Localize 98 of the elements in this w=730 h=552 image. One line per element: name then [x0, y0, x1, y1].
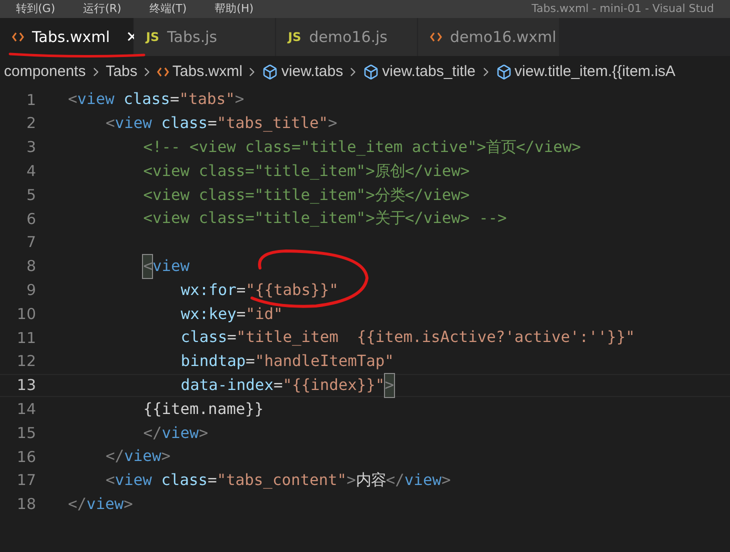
line-number: 12 — [16, 351, 36, 372]
code-token: 内容 — [356, 470, 386, 492]
code-token: > — [328, 113, 338, 134]
code-token: > — [346, 470, 356, 492]
cube-icon — [363, 64, 380, 80]
line-number: 13 — [16, 375, 36, 396]
code-token: </ — [386, 470, 404, 492]
code-icon — [157, 67, 170, 77]
tab-label: Tabs.wxml — [32, 26, 110, 48]
code-token: wx:key — [180, 304, 236, 325]
cube-icon — [262, 64, 278, 80]
line-number: 1 — [25, 90, 36, 111]
code-token: <view class="title_item">原创</view> — [143, 160, 470, 182]
js-file-icon: JS — [288, 28, 302, 46]
code-token: "{{tabs}}" — [246, 280, 338, 301]
tab-label: demo16.js — [309, 26, 388, 48]
code-token: <view class="title_item">关于</view> --> — [143, 208, 507, 230]
line-number: 11 — [16, 328, 36, 349]
line-number: 7 — [25, 232, 36, 254]
code-icon — [12, 32, 24, 42]
code-token: "id" — [246, 304, 283, 325]
tab-label: demo16.wxml — [450, 26, 556, 48]
line-number: 6 — [25, 208, 36, 230]
code-token: class — [160, 113, 208, 134]
code-token: view — [114, 113, 152, 134]
menu-item[interactable]: 终端(T) — [149, 0, 187, 18]
code-token: "{{index}}" — [282, 374, 385, 396]
code-token: view — [114, 470, 152, 492]
code-token: = — [208, 113, 217, 134]
code-token: = — [236, 304, 246, 325]
line-number: 10 — [16, 304, 36, 325]
breadcrumb-item[interactable]: components — [4, 60, 86, 84]
window-title: Tabs.wxml - mini-01 - Visual Stud — [532, 0, 714, 17]
code-token: </ — [106, 446, 124, 468]
code-token: = — [208, 470, 217, 492]
code-token: bindtap — [180, 351, 246, 372]
editor-tab[interactable]: JS demo16.js — [276, 18, 418, 56]
code-token: view — [86, 494, 124, 515]
line-number: 16 — [16, 446, 36, 468]
code-token: < — [106, 470, 115, 492]
breadcrumb-item[interactable]: view.title_item.{{item.isA — [514, 60, 676, 84]
code-token: = — [170, 89, 180, 110]
line-number: 8 — [25, 256, 36, 278]
code-token: view — [77, 89, 114, 110]
editor-tab[interactable]: JS Tabs.js — [134, 18, 276, 56]
breadcrumb-item[interactable]: view.tabs_title — [382, 60, 476, 84]
cube-icon — [496, 64, 512, 80]
code-token: view — [124, 446, 162, 468]
code-token: = — [273, 374, 283, 396]
code-token: > — [441, 470, 451, 492]
editor-tab[interactable]: demo16.wxml — [418, 18, 560, 56]
line-number: 15 — [16, 422, 36, 444]
menu-item[interactable]: 转到(G) — [16, 0, 56, 18]
line-number: 4 — [25, 161, 36, 182]
code-token: > — [234, 89, 244, 110]
code-token: "title_item {{item.isActive?'active':''}}" — [236, 327, 635, 348]
line-number: 5 — [25, 184, 36, 206]
line-number: 2 — [25, 113, 36, 134]
code-token: "handleItemTap" — [254, 351, 394, 372]
code-token: class — [122, 89, 170, 110]
menu-item[interactable]: 运行(R) — [83, 0, 122, 18]
code-token: = — [236, 280, 246, 301]
code-token: "tabs_content" — [216, 470, 347, 492]
code-token: > — [161, 446, 170, 468]
code-token: class — [160, 470, 208, 492]
code-icon — [430, 32, 442, 42]
code-token: > — [124, 494, 133, 515]
line-number: 9 — [25, 280, 36, 302]
code-token: < — [143, 254, 152, 278]
code-token: </ — [68, 494, 87, 515]
breadcrumb-item[interactable]: view.tabs — [281, 60, 344, 84]
breadcrumb-item[interactable]: Tabs — [106, 60, 138, 84]
code-token: = — [246, 351, 255, 372]
line-number: 17 — [16, 470, 36, 492]
code-token: data-index — [180, 374, 274, 396]
code-token: view — [404, 470, 442, 492]
breadcrumb-item[interactable]: Tabs.wxml — [172, 60, 242, 84]
code-token: < — [106, 113, 115, 134]
code-token: "tabs" — [179, 89, 235, 110]
code-token: > — [384, 374, 394, 398]
menu-item[interactable]: 帮助(H) — [214, 0, 254, 18]
code-token: <!-- <view class="title_item active">首页</view> — [143, 136, 581, 158]
js-file-icon: JS — [146, 28, 160, 46]
line-number: 14 — [16, 399, 36, 420]
line-number: 18 — [16, 494, 36, 516]
code-token: view — [152, 256, 190, 277]
code-token: wx:for — [180, 280, 236, 301]
code-token: class — [180, 327, 228, 348]
code-token: = — [227, 327, 236, 348]
line-number: 3 — [25, 137, 36, 158]
code-token: "tabs_title" — [216, 113, 328, 134]
code-token: {{item.name}} — [143, 398, 264, 420]
tab-label: Tabs.js — [167, 26, 218, 48]
code-token: view — [162, 422, 199, 444]
code-token: <view class="title_item">分类</view> — [143, 184, 470, 206]
code-token: > — [198, 422, 208, 444]
code-token: < — [68, 89, 78, 110]
code-token: </ — [143, 422, 162, 444]
